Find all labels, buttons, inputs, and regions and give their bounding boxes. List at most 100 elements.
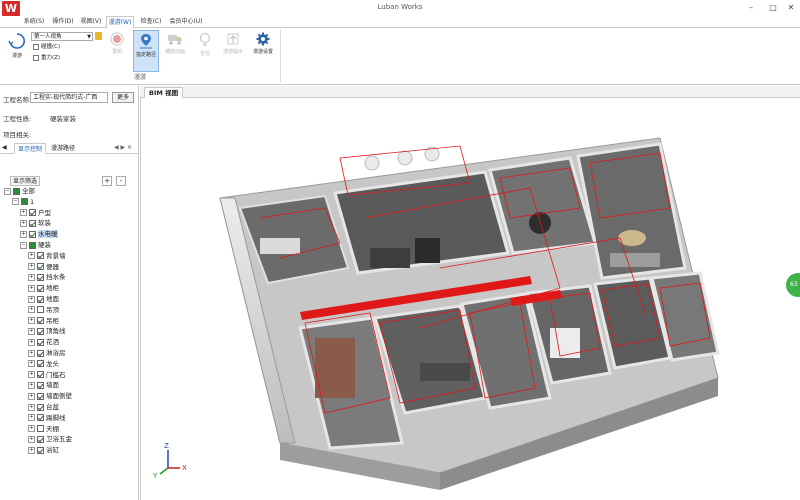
menu-tab-system[interactable]: 系统(S) <box>20 16 48 28</box>
tree-checkbox[interactable] <box>37 435 44 443</box>
gravity-checkbox-box[interactable] <box>33 54 39 61</box>
tree-node[interactable]: + 卫浴五金 <box>28 434 72 444</box>
tree-node[interactable]: + 挡水条 <box>28 272 66 282</box>
tree-checkbox[interactable] <box>37 338 44 346</box>
project-name-select[interactable]: 工程实-现代简约式-广西 <box>30 92 108 103</box>
tree-node[interactable]: + 门槛石 <box>28 370 66 380</box>
tree-checkbox[interactable] <box>37 263 44 271</box>
expand-icon[interactable]: + <box>28 327 35 335</box>
tree-checkbox[interactable] <box>21 198 28 206</box>
expand-icon[interactable]: + <box>28 338 35 346</box>
specify-path-button[interactable]: 指定路径 <box>133 30 159 72</box>
collapse-icon[interactable]: − <box>20 241 27 249</box>
menu-tab-view[interactable]: 视图(V) <box>78 16 104 28</box>
tree-checkbox[interactable] <box>29 219 36 227</box>
expand-icon[interactable]: + <box>20 230 27 238</box>
tree-checkbox[interactable] <box>37 273 44 281</box>
tree-checkbox[interactable] <box>29 209 36 217</box>
menu-tab-operate[interactable]: 操作(D) <box>50 16 76 28</box>
expand-icon[interactable]: + <box>28 252 35 260</box>
tree-checkbox[interactable] <box>37 252 44 260</box>
tree-checkbox[interactable] <box>37 306 44 314</box>
view-mode-select[interactable]: 第一人视角 ▼ <box>31 32 93 41</box>
tree-checkbox[interactable] <box>37 371 44 379</box>
bim-viewport[interactable]: X Z Y 63 <box>140 98 800 500</box>
tree-checkbox[interactable] <box>37 414 44 422</box>
roam-settings-button[interactable]: 漫游设置 <box>250 30 276 72</box>
collapse-all-button[interactable]: - <box>116 176 126 186</box>
expand-icon[interactable]: + <box>28 446 35 454</box>
tree-node[interactable]: + 顶角线 <box>28 326 66 336</box>
tab-roam-path[interactable]: 漫游路径 <box>48 143 78 154</box>
expand-icon[interactable]: + <box>28 295 35 303</box>
tree-node[interactable]: + 淋浴房 <box>28 348 66 358</box>
tree-checkbox[interactable] <box>37 327 44 335</box>
tree-node[interactable]: + 户型 <box>20 208 51 218</box>
tree-node[interactable]: + 地面 <box>28 294 59 304</box>
expand-icon[interactable]: + <box>28 414 35 422</box>
tree-node[interactable]: + 台盆 <box>28 402 59 412</box>
locate-button[interactable]: 定位 <box>192 30 218 72</box>
more-button[interactable]: 更多 <box>112 92 134 103</box>
tree-node[interactable]: + 龙头 <box>28 359 59 369</box>
play-animation-button[interactable]: 播放动画 <box>162 30 188 72</box>
tree-node[interactable]: + 便器 <box>28 262 59 272</box>
tab-display-control[interactable]: 显示控制 <box>14 143 47 154</box>
expand-icon[interactable]: + <box>28 349 35 357</box>
expand-all-button[interactable]: + <box>102 176 112 186</box>
tree-node[interactable]: + 墙面 <box>28 380 59 390</box>
tree-node[interactable]: + 墙面侧壁 <box>28 391 72 401</box>
tree-checkbox[interactable] <box>37 446 44 454</box>
tree-node[interactable]: + 地柜 <box>28 283 59 293</box>
tree-checkbox[interactable] <box>37 349 44 357</box>
tree-node[interactable]: + 吊顶 <box>28 305 59 315</box>
collision-checkbox-box[interactable] <box>33 43 39 50</box>
expand-icon[interactable]: + <box>28 425 35 433</box>
expand-icon[interactable]: + <box>28 403 35 411</box>
close-button[interactable]: ✕ <box>780 1 800 14</box>
tree-checkbox[interactable] <box>37 284 44 292</box>
expand-icon[interactable]: + <box>28 284 35 292</box>
expand-icon[interactable]: + <box>28 317 35 325</box>
tree-node[interactable]: + 吊柜 <box>28 316 59 326</box>
expand-icon[interactable]: + <box>28 360 35 368</box>
expand-icon[interactable]: + <box>20 219 27 227</box>
tree-node[interactable]: + 浴缸 <box>28 445 59 455</box>
panel-nav-icons[interactable]: ◀ ▶ ✕ <box>114 144 132 151</box>
tree-checkbox[interactable] <box>37 295 44 303</box>
expand-icon[interactable]: + <box>28 306 35 314</box>
tree-checkbox[interactable] <box>37 381 44 389</box>
tree-node[interactable]: −1 <box>12 197 34 207</box>
collision-checkbox[interactable]: 碰撞(C) <box>33 43 60 52</box>
tree-checkbox[interactable] <box>29 230 36 238</box>
display-filter-button[interactable]: 显示筛选 <box>10 176 41 186</box>
expand-icon[interactable]: + <box>28 263 35 271</box>
expand-icon[interactable]: + <box>20 209 27 217</box>
expand-icon[interactable]: + <box>28 273 35 281</box>
menu-tab-member[interactable]: 会员中心(U) <box>168 16 204 28</box>
chevron-left-icon[interactable]: ◀ <box>2 144 7 151</box>
menu-tab-check[interactable]: 检查(C) <box>138 16 164 28</box>
tree-node[interactable]: + 踢脚线 <box>28 413 66 423</box>
tree-checkbox[interactable] <box>37 403 44 411</box>
tree-node[interactable]: + 背景墙 <box>28 251 66 261</box>
expand-icon[interactable]: + <box>28 371 35 379</box>
tab-bim-view[interactable]: BIM 视图 <box>144 87 184 98</box>
tree-node[interactable]: + 天棚 <box>28 424 59 434</box>
roam-hint-button[interactable]: 漫游提示 <box>220 30 246 72</box>
record-button[interactable]: 录制 <box>104 30 130 72</box>
tree-checkbox[interactable] <box>29 241 36 249</box>
tree-checkbox[interactable] <box>37 317 44 325</box>
minimize-button[interactable]: – <box>740 1 762 14</box>
collapse-icon[interactable]: − <box>4 187 11 195</box>
collapse-icon[interactable]: − <box>12 198 19 206</box>
floorplan-3d[interactable]: X Z Y <box>140 98 800 500</box>
tree-node[interactable]: + 水电暖 <box>20 229 58 239</box>
tree-checkbox[interactable] <box>13 187 20 195</box>
tree-checkbox[interactable] <box>37 360 44 368</box>
tree-checkbox[interactable] <box>37 392 44 400</box>
tree-node[interactable]: + 软装 <box>20 218 51 228</box>
tree-node[interactable]: + 花洒 <box>28 337 59 347</box>
expand-icon[interactable]: + <box>28 381 35 389</box>
tree-node[interactable]: − 硬装 <box>20 240 51 250</box>
